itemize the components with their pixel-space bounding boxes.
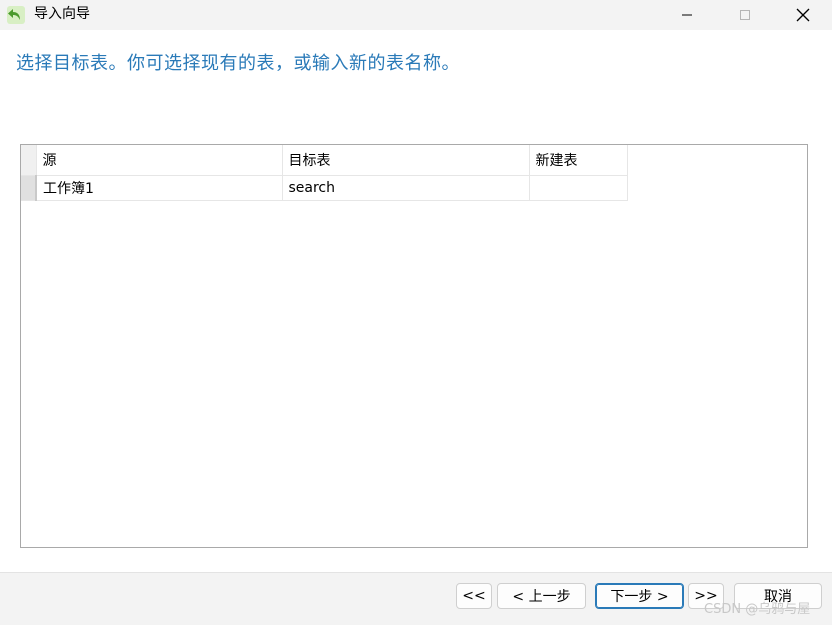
watermark-text: CSDN @乌鸦与屋 — [704, 602, 811, 617]
instruction-text: 选择目标表。你可选择现有的表，或输入新的表名称。 — [16, 53, 460, 74]
table-mapping-grid[interactable]: 源 目标表 新建表 工作簿1 search — [20, 144, 808, 548]
maximize-icon — [740, 10, 750, 20]
maximize-button[interactable] — [722, 0, 768, 30]
close-button[interactable] — [780, 0, 826, 30]
close-icon — [796, 8, 810, 22]
table-row[interactable]: 工作簿1 search — [21, 175, 628, 201]
import-wizard-icon — [6, 5, 26, 25]
new-table-checkbox-cell[interactable] — [529, 175, 628, 201]
mapping-table: 源 目标表 新建表 工作簿1 search — [21, 145, 628, 201]
row-selector[interactable] — [21, 175, 37, 201]
minimize-button[interactable] — [664, 0, 710, 30]
first-step-button[interactable]: << — [456, 583, 492, 609]
row-header-corner — [21, 145, 37, 176]
column-header-new-table[interactable]: 新建表 — [529, 145, 628, 176]
previous-step-button[interactable]: < 上一步 — [497, 583, 586, 609]
next-step-button[interactable]: 下一步 > — [595, 583, 684, 609]
target-table-cell[interactable]: search — [282, 175, 530, 201]
table-header-row: 源 目标表 新建表 — [21, 145, 628, 176]
window-title: 导入向导 — [34, 6, 90, 22]
title-bar: 导入向导 — [0, 0, 832, 30]
minimize-icon — [682, 14, 692, 16]
source-cell[interactable]: 工作簿1 — [36, 175, 283, 201]
column-header-source[interactable]: 源 — [36, 145, 283, 176]
column-header-target[interactable]: 目标表 — [282, 145, 530, 176]
